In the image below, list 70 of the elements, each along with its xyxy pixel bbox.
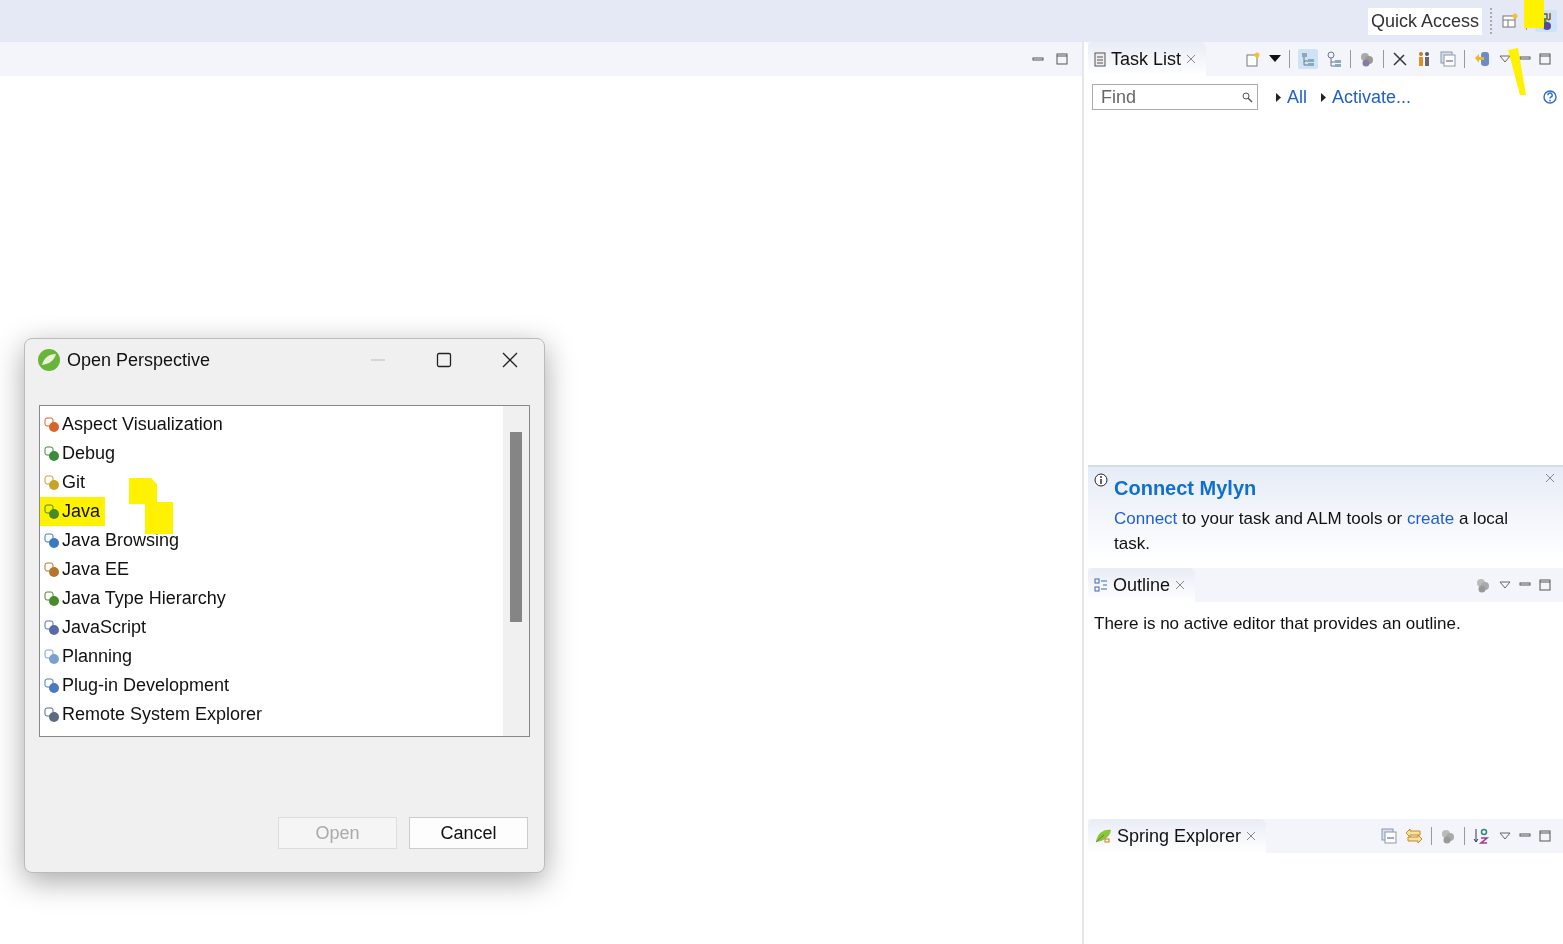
- perspective-icon: [44, 561, 60, 578]
- outline-tab[interactable]: Outline: [1088, 568, 1196, 602]
- sort-icon[interactable]: [1473, 827, 1491, 845]
- help-icon[interactable]: [1543, 90, 1557, 104]
- outline-message: There is no active editor that provides an outline.: [1094, 614, 1462, 634]
- view-menu-icon[interactable]: [1499, 832, 1511, 840]
- close-icon[interactable]: [502, 352, 518, 368]
- highlighter-stroke: [129, 478, 175, 534]
- perspective-item[interactable]: Java EE: [40, 555, 135, 584]
- filter-link[interactable]: All: [1287, 86, 1307, 108]
- perspective-icon: [44, 590, 60, 607]
- new-task-icon[interactable]: [1245, 51, 1261, 67]
- focus-icon[interactable]: [1475, 577, 1491, 593]
- leaf-icon: [1094, 828, 1112, 844]
- dialog-button[interactable]: Cancel: [409, 817, 528, 849]
- triangle-icon: [1276, 92, 1281, 102]
- perspective-item[interactable]: Java Type Hierarchy: [40, 584, 231, 613]
- perspective-icon: [44, 619, 60, 636]
- tab-label: Spring Explorer: [1117, 825, 1242, 847]
- view-menu-icon[interactable]: [1499, 55, 1511, 63]
- search-icon: [1242, 91, 1253, 103]
- panel-message: Connect to your task and ALM tools or create a local task.: [1114, 508, 1510, 555]
- perspective-item[interactable]: Remote System Explorer: [40, 700, 268, 729]
- leaf-logo-icon: [37, 348, 61, 372]
- collapse-all-icon[interactable]: [1381, 828, 1397, 844]
- perspective-icon: [44, 706, 60, 723]
- find-field[interactable]: Find: [1092, 84, 1258, 110]
- view-menu-icon[interactable]: [1499, 581, 1511, 589]
- perspective-icon: [44, 474, 60, 491]
- info-icon: [1094, 473, 1108, 487]
- perspective-item[interactable]: Git: [40, 468, 90, 497]
- perspective-icon: [44, 445, 60, 462]
- repository-icon[interactable]: [1473, 50, 1491, 68]
- inline-link[interactable]: create: [1406, 509, 1455, 528]
- scrollbar[interactable]: [503, 406, 529, 736]
- people-icon[interactable]: [1416, 51, 1432, 67]
- perspective-icon: [44, 532, 60, 549]
- perspective-icon: [44, 416, 60, 433]
- tab-label: Outline: [1113, 574, 1171, 596]
- dialog-title: Open Perspective: [67, 349, 212, 371]
- maximize-icon[interactable]: [436, 352, 452, 368]
- perspective-item[interactable]: Debug: [40, 439, 121, 468]
- open-perspective-icon[interactable]: [1502, 13, 1518, 29]
- inline-link[interactable]: Connect: [1114, 509, 1178, 528]
- scheduled-view-icon[interactable]: [1326, 51, 1342, 67]
- focus-icon[interactable]: [1440, 828, 1456, 844]
- task-list-tab[interactable]: Task List: [1088, 42, 1207, 76]
- collapse-cross-icon[interactable]: [1392, 51, 1408, 67]
- filter-link[interactable]: Activate...: [1332, 86, 1412, 108]
- perspective-icon: [44, 503, 60, 520]
- quick-access-field[interactable]: Quick Access: [1367, 7, 1482, 35]
- triangle-icon: [1321, 92, 1326, 102]
- document-icon: [1094, 51, 1106, 67]
- perspective-item[interactable]: Plug-in Development: [40, 671, 235, 700]
- perspective-icon: [44, 677, 60, 694]
- outline-icon: [1094, 578, 1108, 592]
- perspective-item[interactable]: Java Browsing: [40, 526, 185, 555]
- spring-explorer-tab[interactable]: Spring Explorer: [1088, 819, 1267, 853]
- collapse-all-icon[interactable]: [1440, 51, 1456, 67]
- perspective-item[interactable]: JavaScript: [40, 613, 152, 642]
- focus-icon[interactable]: [1359, 51, 1375, 67]
- tree-view-icon[interactable]: [1298, 49, 1318, 69]
- perspective-item[interactable]: Planning: [40, 642, 138, 671]
- panel-title: Connect Mylyn: [1114, 477, 1258, 500]
- tab-label: Task List: [1111, 48, 1182, 70]
- perspective-item[interactable]: Aspect Visualization: [40, 410, 228, 439]
- link-arrows-icon[interactable]: [1405, 828, 1423, 844]
- dropdown-icon[interactable]: [1269, 55, 1281, 63]
- perspective-item[interactable]: Java: [40, 497, 106, 526]
- perspective-icon: [44, 648, 60, 665]
